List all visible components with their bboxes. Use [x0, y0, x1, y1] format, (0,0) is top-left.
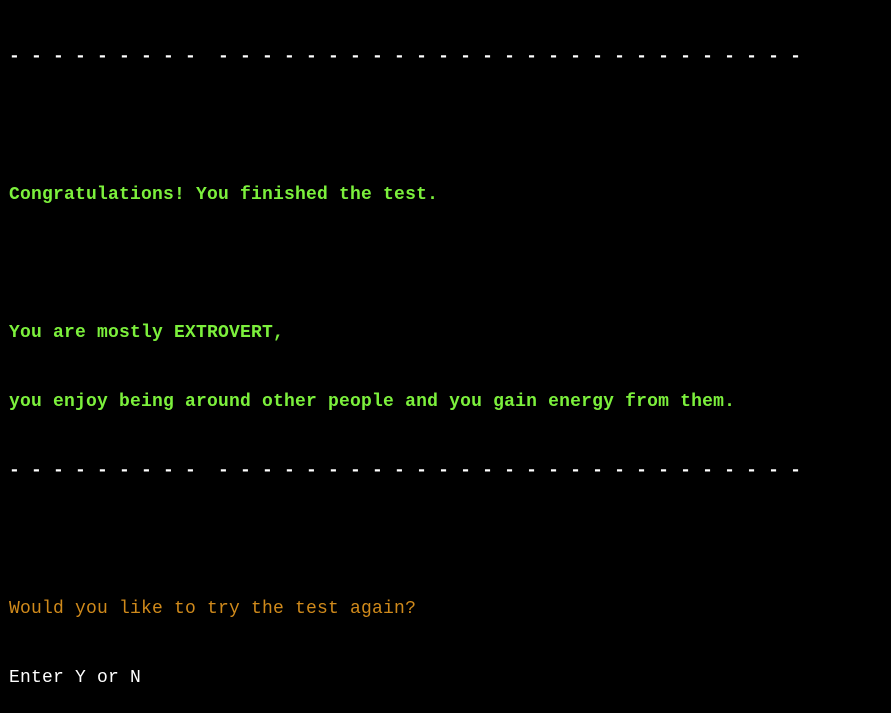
separator-bottom: - - - - - - - - - - - - - - - - - - - - …	[9, 461, 802, 481]
congratulations-message: Congratulations! You finished the test.	[9, 185, 439, 205]
separator-top: - - - - - - - - - - - - - - - - - - - - …	[9, 47, 802, 67]
terminal-window[interactable]: - - - - - - - - - - - - - - - - - - - - …	[9, 0, 884, 688]
input-prompt[interactable]: Enter Y or N	[9, 667, 884, 690]
result-description: you enjoy being around other people and …	[9, 392, 736, 412]
result-heading: You are mostly EXTROVERT,	[9, 323, 285, 343]
retry-question: Would you like to try the test again?	[9, 599, 417, 619]
